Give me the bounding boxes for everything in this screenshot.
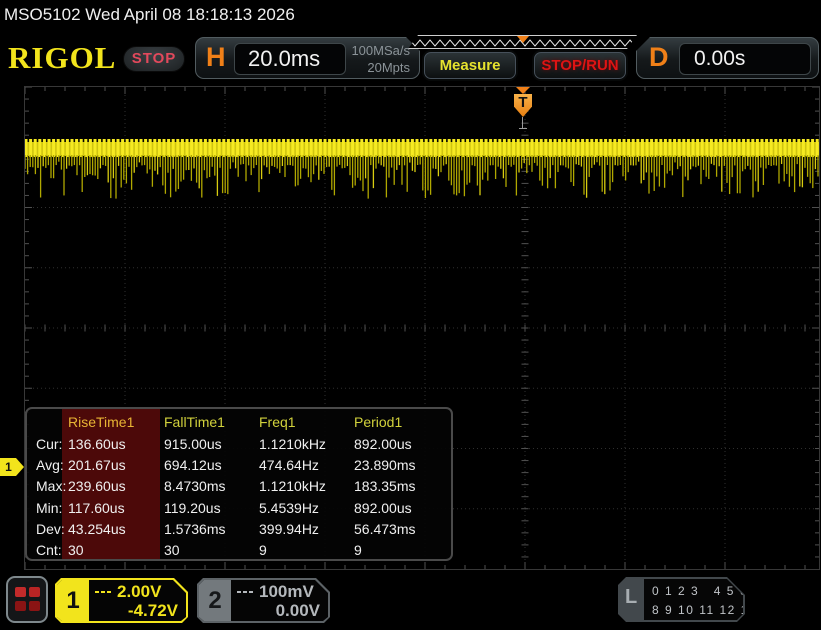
meas-value: 1.5736ms	[159, 519, 254, 540]
meas-row-label: Cur:	[31, 434, 63, 455]
trigger-stem	[522, 117, 523, 128]
meas-value: 119.20us	[159, 498, 254, 519]
meas-col-header[interactable]: RiseTime1	[63, 409, 159, 434]
corner-cell	[31, 409, 63, 434]
stop-run-button[interactable]: STOP/RUN	[534, 52, 626, 79]
trigger-position-icon[interactable]	[516, 87, 530, 94]
meas-col-header[interactable]: Freq1	[254, 409, 349, 434]
meas-value: 399.94Hz	[254, 519, 349, 540]
channel1-number: 1	[57, 580, 89, 621]
d-label: D	[649, 42, 669, 73]
delay-value[interactable]: 0.00s	[679, 43, 811, 75]
menu-grid-icon	[29, 587, 40, 597]
trigger-stem-tick	[519, 128, 527, 129]
meas-value: 136.60us	[63, 434, 159, 455]
meas-value: 43.254us	[63, 519, 159, 540]
logic-analyzer-label: L	[625, 586, 637, 609]
meas-value: 474.64Hz	[254, 455, 349, 476]
meas-value: 1.1210kHz	[254, 434, 349, 455]
overview-position-icon[interactable]	[517, 36, 529, 43]
sample-rate-memdepth: 100MSa/s 20Mpts	[351, 42, 410, 76]
meas-value: 239.60us	[63, 476, 159, 497]
channel1-ground-marker[interactable]: 1	[0, 458, 24, 476]
meas-value: 1.1210kHz	[254, 476, 349, 497]
meas-value: 892.00us	[349, 434, 451, 455]
quick-menu-button[interactable]	[6, 576, 48, 623]
channel1-scale: 2.00V	[117, 582, 161, 602]
meas-row-label: Dev:	[31, 519, 63, 540]
h-label: H	[206, 42, 226, 73]
delay-panel[interactable]: D 0.00s	[636, 37, 819, 79]
channel2-number: 2	[199, 580, 231, 621]
meas-value: 5.4539Hz	[254, 498, 349, 519]
measurement-results-panel: RiseTime1 FallTime1 Freq1 Period1 Cur: 1…	[25, 407, 453, 561]
menu-grid-icon	[15, 587, 26, 597]
channel1-offset: -4.72V	[128, 601, 178, 621]
channel1-status-block[interactable]: 1 2.00V -4.72V	[55, 578, 188, 623]
menu-grid-icon	[15, 601, 26, 611]
meas-value: 9	[349, 540, 451, 561]
meas-row-label: Max:	[31, 476, 63, 497]
meas-value: 9	[254, 540, 349, 561]
measure-button[interactable]: Measure	[424, 52, 516, 79]
meas-value: 201.67us	[63, 455, 159, 476]
meas-value: 183.35ms	[349, 476, 451, 497]
meas-col-header[interactable]: Period1	[349, 409, 451, 434]
oscilloscope-screen: MSO5102 Wed April 08 18:18:13 2026 RIGOL…	[0, 0, 821, 630]
dc-coupling-icon	[95, 591, 111, 593]
titlebar-model-datetime: MSO5102 Wed April 08 18:18:13 2026	[0, 0, 821, 30]
channel2-status-block[interactable]: 2 100mV 0.00V	[197, 578, 330, 623]
acquisition-status-badge: STOP	[123, 46, 185, 72]
meas-row-label: Cnt:	[31, 540, 63, 561]
channel2-scale: 100mV	[259, 582, 314, 602]
logic-channels-row1: 0 1 2 3 4 5 6 7	[644, 579, 743, 601]
meas-value: 30	[63, 540, 159, 561]
measurement-table: RiseTime1 FallTime1 Freq1 Period1 Cur: 1…	[27, 409, 451, 561]
horizontal-timebase-panel[interactable]: H 20.0ms 100MSa/s 20Mpts	[195, 37, 420, 79]
meas-row-label: Avg:	[31, 455, 63, 476]
meas-value: 892.00us	[349, 498, 451, 519]
logic-channels-row2: 8 9 10 11 12 13 14 15	[644, 601, 743, 620]
menu-grid-icon	[29, 601, 40, 611]
meas-value: 8.4730ms	[159, 476, 254, 497]
meas-value: 23.890ms	[349, 455, 451, 476]
meas-value: 117.60us	[63, 498, 159, 519]
waveform-overview-strip[interactable]	[408, 35, 637, 49]
meas-col-header[interactable]: FallTime1	[159, 409, 254, 434]
meas-value: 915.00us	[159, 434, 254, 455]
sample-rate: 100MSa/s	[351, 43, 410, 58]
meas-value: 56.473ms	[349, 519, 451, 540]
timebase-value[interactable]: 20.0ms	[234, 43, 346, 75]
meas-value: 30	[159, 540, 254, 561]
dc-coupling-icon	[237, 591, 253, 593]
meas-value: 694.12us	[159, 455, 254, 476]
meas-row-label: Min:	[31, 498, 63, 519]
rigol-logo: RIGOL	[8, 40, 116, 76]
channel2-offset: 0.00V	[276, 601, 320, 621]
memory-depth: 20Mpts	[367, 60, 410, 75]
logic-analyzer-block[interactable]: L 0 1 2 3 4 5 6 7 8 9 10 11 12 13 14 15	[618, 577, 745, 622]
